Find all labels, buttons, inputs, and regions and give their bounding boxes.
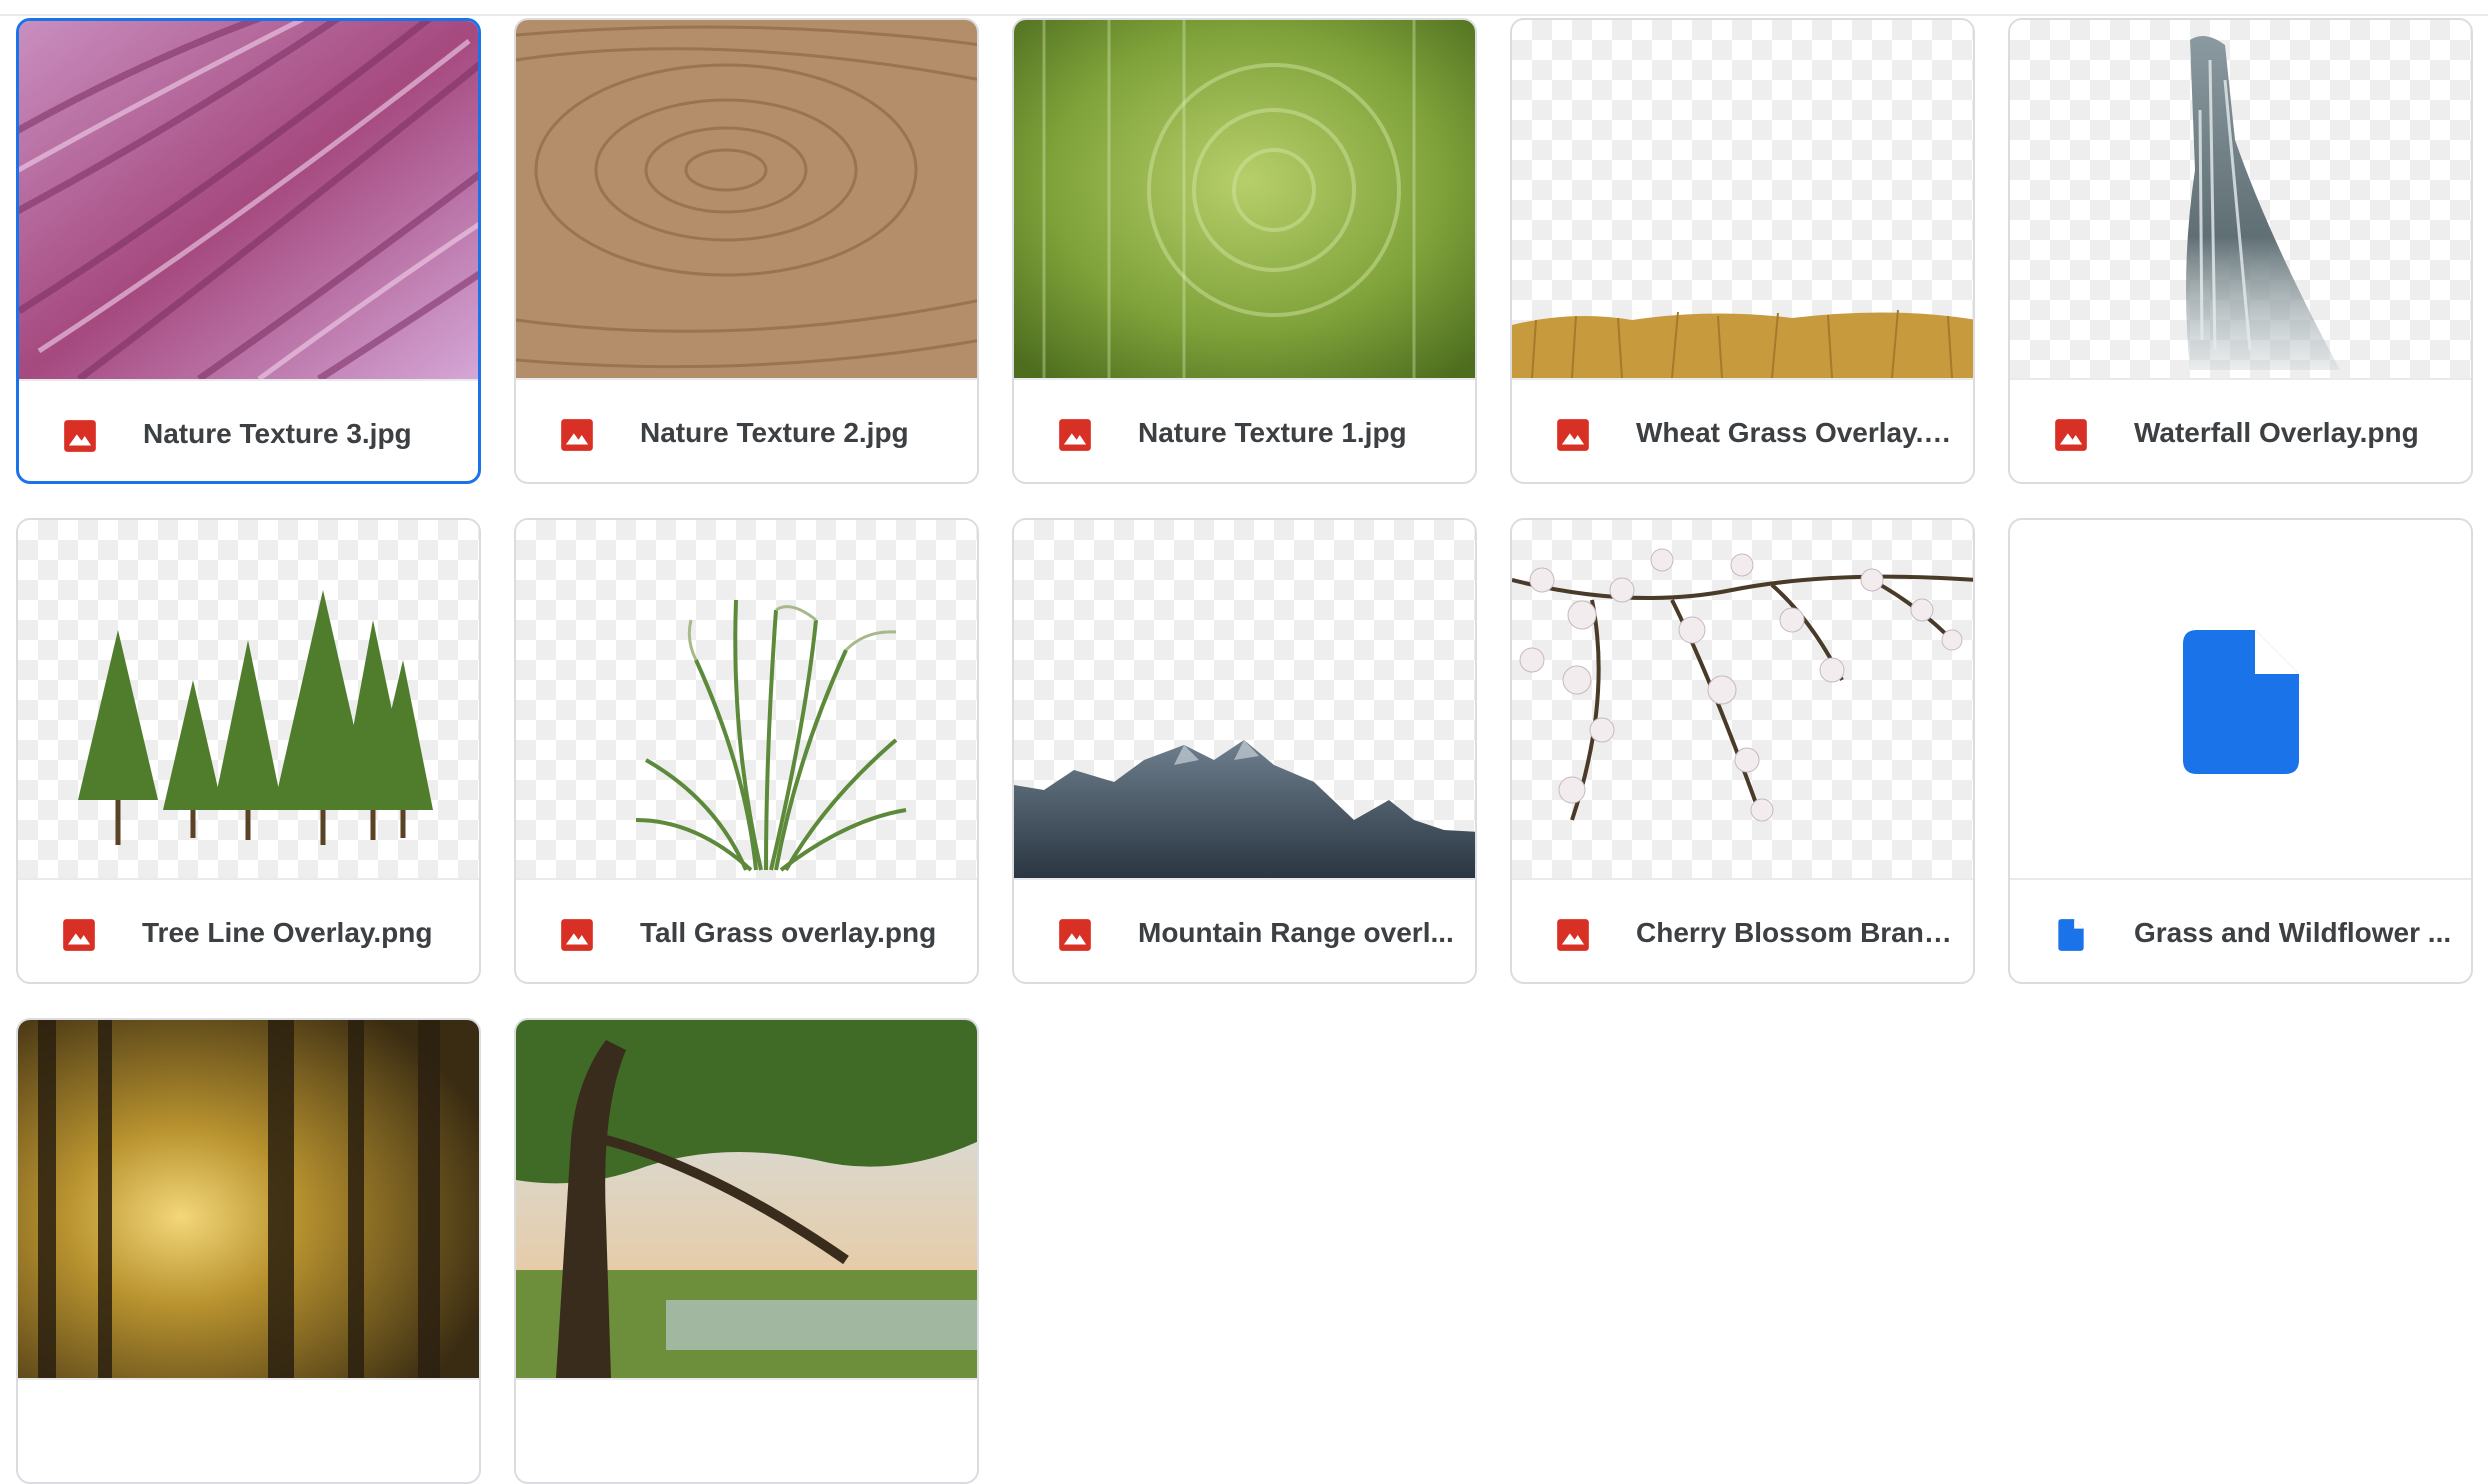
file-card[interactable]: Mountain Range overl... bbox=[1012, 518, 1477, 984]
image-icon bbox=[1059, 419, 1091, 451]
header-divider bbox=[0, 14, 2488, 16]
file-card[interactable]: Nature Texture 3.jpg bbox=[16, 18, 481, 484]
file-thumbnail bbox=[516, 520, 977, 878]
file-card[interactable]: Nature Texture 2.jpg bbox=[514, 18, 979, 484]
file-thumbnail bbox=[1512, 20, 1973, 378]
file-name: Nature Texture 2.jpg bbox=[640, 417, 909, 448]
file-card[interactable]: Wheat Grass Overlay.p... bbox=[1510, 18, 1975, 484]
image-icon bbox=[64, 420, 96, 452]
file-thumbnail bbox=[1014, 520, 1475, 878]
file-footer: Waterfall Overlay.png bbox=[2010, 378, 2471, 482]
image-icon bbox=[1557, 919, 1589, 951]
file-card[interactable]: Waterfall Overlay.png bbox=[2008, 18, 2473, 484]
file-footer: Tall Grass overlay.png bbox=[516, 878, 977, 982]
file-thumbnail bbox=[516, 20, 977, 378]
file-thumbnail bbox=[18, 520, 479, 878]
file-footer: Nature Texture 1.jpg bbox=[1014, 378, 1475, 482]
file-card[interactable]: Tree Line Overlay.png bbox=[16, 518, 481, 984]
document-icon bbox=[2183, 630, 2299, 774]
file-card[interactable] bbox=[514, 1018, 979, 1484]
image-icon bbox=[2055, 419, 2087, 451]
file-footer: Wheat Grass Overlay.p... bbox=[1512, 378, 1973, 482]
file-thumbnail bbox=[19, 21, 478, 379]
file-footer: Grass and Wildflower ... bbox=[2010, 878, 2471, 982]
file-thumbnail bbox=[1014, 20, 1475, 378]
file-thumbnail bbox=[516, 1020, 977, 1378]
file-footer: Nature Texture 3.jpg bbox=[19, 379, 478, 481]
file-name: Wheat Grass Overlay.p... bbox=[1636, 417, 1956, 448]
file-footer: Tree Line Overlay.png bbox=[18, 878, 479, 982]
image-icon bbox=[63, 919, 95, 951]
document-icon bbox=[2058, 919, 2084, 951]
file-name: Cherry Blossom Branc... bbox=[1636, 917, 1956, 948]
file-name: Nature Texture 1.jpg bbox=[1138, 417, 1407, 448]
file-name: Grass and Wildflower ... bbox=[2134, 917, 2452, 948]
image-icon bbox=[1557, 419, 1589, 451]
file-thumbnail bbox=[2010, 520, 2471, 878]
file-card[interactable]: Grass and Wildflower ... bbox=[2008, 518, 2473, 984]
file-footer: Nature Texture 2.jpg bbox=[516, 378, 977, 482]
file-thumbnail bbox=[2010, 20, 2471, 378]
file-card[interactable]: Cherry Blossom Branc... bbox=[1510, 518, 1975, 984]
file-thumbnail bbox=[18, 1020, 479, 1378]
file-name: Waterfall Overlay.png bbox=[2134, 417, 2419, 448]
file-card[interactable] bbox=[16, 1018, 481, 1484]
file-footer: Mountain Range overl... bbox=[1014, 878, 1475, 982]
file-card[interactable]: Tall Grass overlay.png bbox=[514, 518, 979, 984]
file-thumbnail bbox=[1512, 520, 1973, 878]
file-card[interactable]: Nature Texture 1.jpg bbox=[1012, 18, 1477, 484]
file-name: Tall Grass overlay.png bbox=[640, 917, 937, 948]
image-icon bbox=[561, 919, 593, 951]
file-grid: Nature Texture 3.jpg Nature Texture 2.jp… bbox=[16, 18, 2473, 1484]
file-name: Mountain Range overl... bbox=[1138, 917, 1454, 948]
file-name: Nature Texture 3.jpg bbox=[143, 418, 412, 449]
file-name: Tree Line Overlay.png bbox=[142, 917, 433, 948]
image-icon bbox=[561, 419, 593, 451]
image-icon bbox=[1059, 919, 1091, 951]
file-footer: Cherry Blossom Branc... bbox=[1512, 878, 1973, 982]
